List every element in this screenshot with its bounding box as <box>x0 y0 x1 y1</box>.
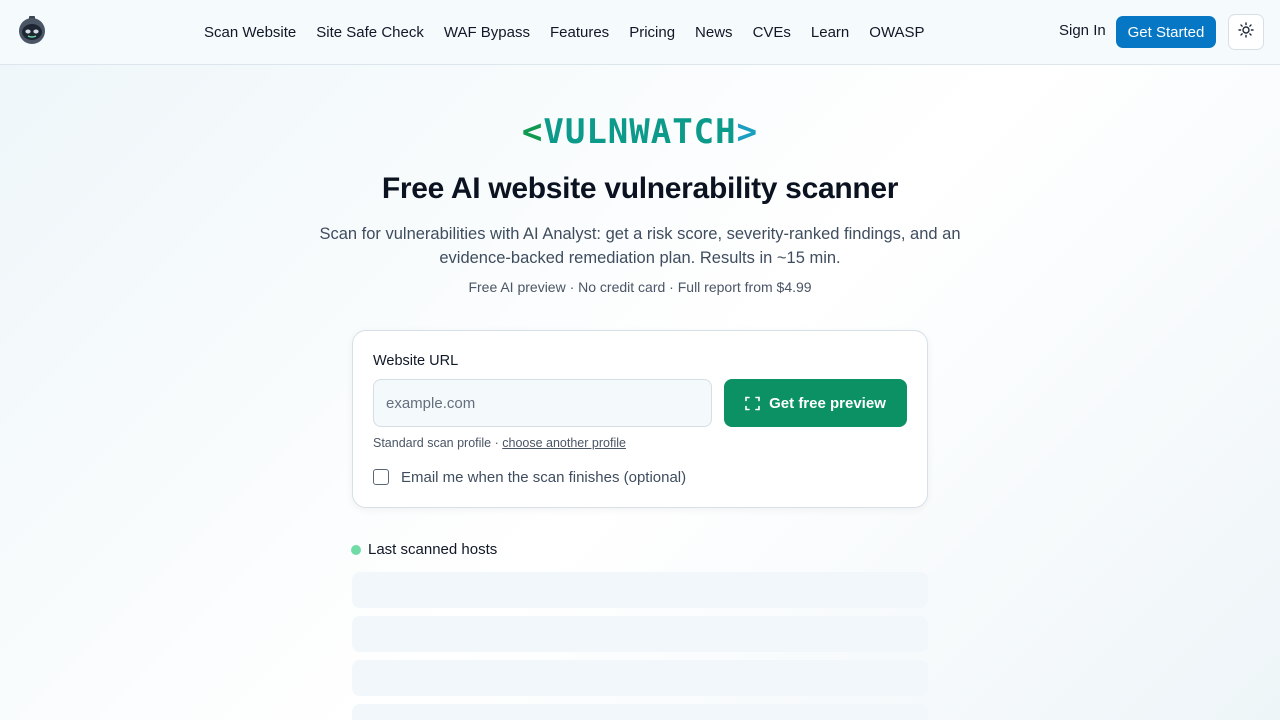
get-started-button[interactable]: Get Started <box>1116 16 1216 48</box>
nav-item-waf-bypass[interactable]: WAF Bypass <box>444 24 530 41</box>
main-nav: Scan Website Site Safe Check WAF Bypass … <box>204 0 945 64</box>
loading-placeholder-row <box>352 704 928 720</box>
scan-frame-icon <box>745 396 760 411</box>
sun-icon <box>1238 21 1254 43</box>
scan-form-card: Website URL Get free preview Standard sc… <box>352 330 928 508</box>
nav-item-pricing[interactable]: Pricing <box>629 24 675 41</box>
scan-profile-text: Standard scan profile · <box>373 436 503 450</box>
top-navigation-bar: Scan Website Site Safe Check WAF Bypass … <box>0 0 1280 65</box>
status-dot <box>351 545 361 555</box>
pricing-note: Free AI preview · No credit card · Full … <box>468 279 812 295</box>
scan-profile-line: Standard scan profile · choose another p… <box>373 436 626 450</box>
nav-item-scan-website[interactable]: Scan Website <box>204 24 296 41</box>
website-url-input[interactable] <box>373 379 712 427</box>
brand-name: VULNWATCH <box>543 112 737 152</box>
theme-toggle-button[interactable] <box>1228 14 1264 50</box>
choose-profile-link[interactable]: choose another profile <box>502 436 626 450</box>
brand-wordmark: <VULNWATCH> <box>0 112 1280 152</box>
page-title: Free AI website vulnerability scanner <box>381 172 899 205</box>
brand-open-bracket: < <box>521 112 544 152</box>
nav-item-learn[interactable]: Learn <box>811 24 849 41</box>
loading-placeholder-row <box>352 616 928 652</box>
loading-placeholder-row <box>352 572 928 608</box>
email-notify-label[interactable]: Email me when the scan finishes (optiona… <box>401 469 686 486</box>
nav-item-cves[interactable]: CVEs <box>753 24 791 41</box>
get-free-preview-label: Get free preview <box>769 394 886 412</box>
nav-item-owasp[interactable]: OWASP <box>869 24 924 41</box>
nav-item-news[interactable]: News <box>695 24 733 41</box>
robot-mascot-icon[interactable] <box>17 15 47 45</box>
get-free-preview-button[interactable]: Get free preview <box>724 379 907 427</box>
hero-subtitle: Scan for vulnerabilities with AI Analyst… <box>319 225 961 267</box>
nav-item-site-safe-check[interactable]: Site Safe Check <box>316 24 424 41</box>
sign-in-link[interactable]: Sign In <box>1059 22 1106 39</box>
loading-placeholder-row <box>352 660 928 696</box>
url-field-label: Website URL <box>373 353 459 369</box>
last-scanned-title: Last scanned hosts <box>368 541 498 558</box>
nav-item-features[interactable]: Features <box>550 24 609 41</box>
email-notify-checkbox[interactable] <box>373 469 389 485</box>
brand-close-bracket: > <box>736 112 759 152</box>
